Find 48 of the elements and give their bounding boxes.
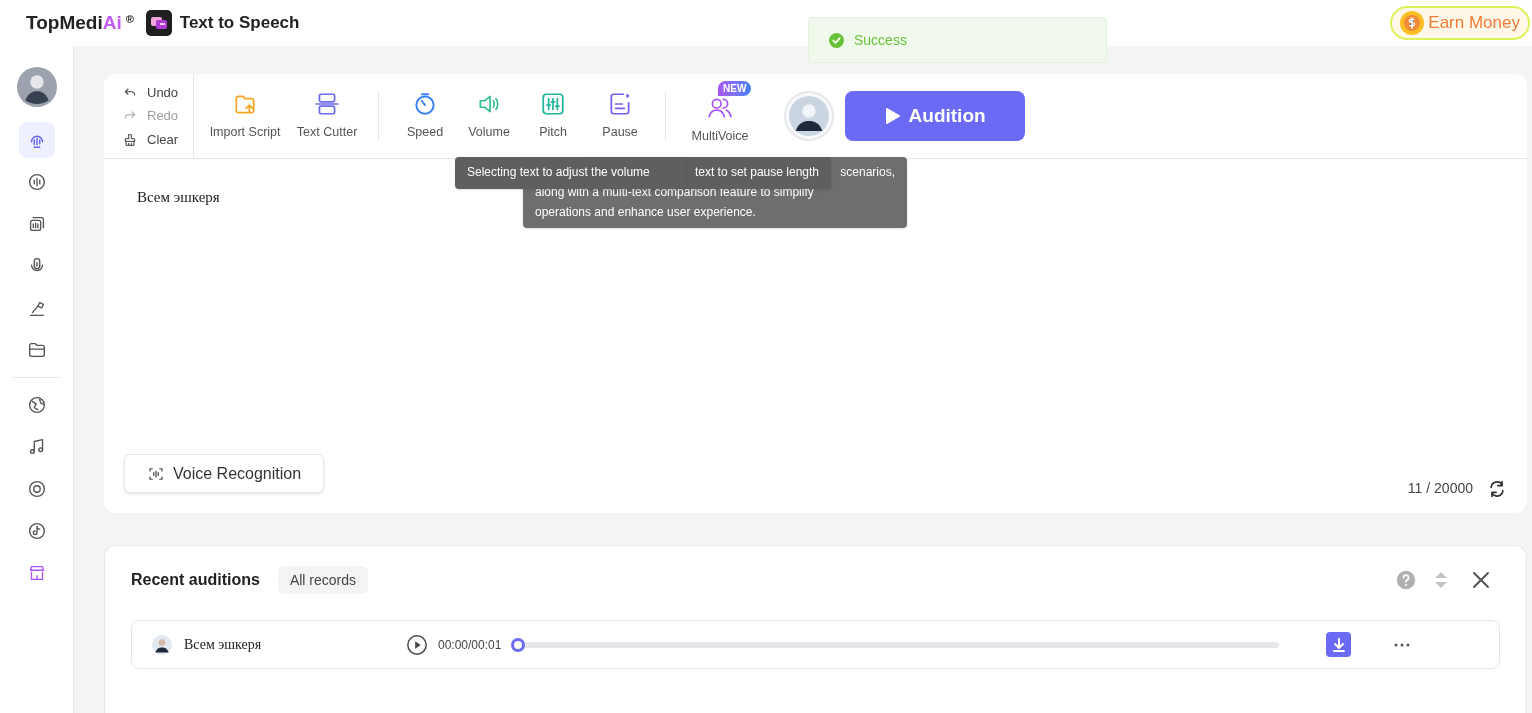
- play-button[interactable]: [406, 633, 428, 656]
- progress-thumb[interactable]: [511, 637, 526, 652]
- download-button[interactable]: [1326, 632, 1351, 657]
- audition-button[interactable]: Audition: [845, 91, 1026, 141]
- sliders-icon: [540, 90, 567, 117]
- all-records-tab[interactable]: All records: [277, 566, 369, 594]
- character-counter: 11 / 20000: [1407, 479, 1473, 498]
- coin-icon: [1400, 11, 1425, 35]
- tool-button[interactable]: MultiVoice: [684, 94, 757, 146]
- tooltip-text: text to set pause length: [694, 164, 819, 181]
- tool-button[interactable]: Import Script: [206, 90, 285, 142]
- voice-recognition-button[interactable]: Voice Recognition: [124, 454, 325, 493]
- audition-text: Всем эшкеря: [184, 636, 263, 654]
- avatar-icon: [16, 67, 57, 107]
- play-icon: [406, 633, 428, 656]
- chat-bubble-icon: [145, 10, 172, 36]
- close-button[interactable]: [1472, 571, 1490, 589]
- logo: TopMediAi $^{®}$: [26, 10, 134, 35]
- app-title: Text to Speech: [179, 12, 300, 35]
- tooltip-text: scenarios,: [840, 164, 895, 181]
- brush-icon: [122, 131, 138, 148]
- more-icon: [1393, 641, 1411, 648]
- play-icon: [884, 107, 901, 125]
- clear-button[interactable]: Clear: [122, 129, 179, 150]
- help-icon: [1396, 570, 1416, 590]
- tool-button[interactable]: Volume: [461, 90, 518, 142]
- person-avatar-icon: [789, 96, 830, 136]
- toast-text: Success: [854, 30, 907, 50]
- tool-button[interactable]: Speed: [397, 90, 454, 142]
- more-button[interactable]: [1393, 641, 1411, 648]
- person-avatar-icon: [152, 634, 172, 655]
- sort-icon: [1434, 571, 1448, 589]
- undo-button[interactable]: Undo: [122, 82, 179, 103]
- tooltip-text: Selecting text to adjust the volume: [467, 164, 650, 181]
- close-icon: [1472, 571, 1490, 589]
- panel-title: Recent auditions: [131, 570, 260, 590]
- tool-button[interactable]: Pitch: [525, 90, 582, 142]
- check-circle-icon: [829, 32, 844, 48]
- refresh-icon: [1487, 478, 1507, 499]
- sidebar-item[interactable]: [18, 122, 55, 158]
- new-badge: NEW: [718, 80, 752, 96]
- split-icon: [314, 90, 341, 117]
- editor-text[interactable]: Всем эшкеря: [137, 189, 220, 205]
- tool-button[interactable]: Text Cutter: [290, 90, 365, 142]
- download-icon: [1331, 637, 1346, 652]
- playback-time: 00:00/00:01: [438, 636, 502, 654]
- tooltip-text: operations and enhance user experience.: [535, 204, 756, 221]
- tool-button[interactable]: Pause: [589, 90, 652, 142]
